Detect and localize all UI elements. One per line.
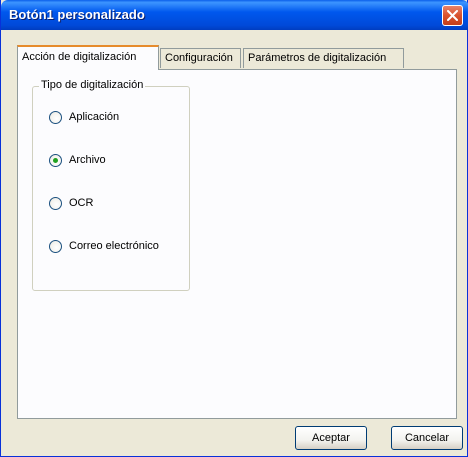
cancel-button[interactable]: Cancelar [391,426,463,450]
tab-scan-parameters[interactable]: Parámetros de digitalización [243,48,404,68]
tab-label: Parámetros de digitalización [248,52,387,64]
radio-label: Aplicación [69,111,120,123]
dialog-window: Botón1 personalizado Acción de digitaliz… [0,0,468,457]
title-bar[interactable]: Botón1 personalizado [1,0,468,30]
tab-panel: Tipo de digitalización Aplicación Archiv… [17,69,457,419]
tab-scan-action[interactable]: Acción de digitalización [17,45,159,70]
radio-button[interactable] [49,154,62,167]
radio-label: Archivo [69,154,106,166]
radio-label: Correo electrónico [69,240,159,252]
radio-button[interactable] [49,240,62,253]
tab-configuration[interactable]: Configuración [160,48,241,68]
ok-button[interactable]: Aceptar [295,426,367,450]
window-title: Botón1 personalizado [9,7,145,22]
radio-button[interactable] [49,111,62,124]
close-button[interactable] [442,5,463,26]
radio-button[interactable] [49,197,62,210]
group-legend: Tipo de digitalización [39,79,146,91]
tab-label: Acción de digitalización [22,51,137,63]
scan-type-group: Tipo de digitalización Aplicación Archiv… [32,79,190,291]
radio-label: OCR [69,197,94,209]
tab-label: Configuración [165,52,233,64]
